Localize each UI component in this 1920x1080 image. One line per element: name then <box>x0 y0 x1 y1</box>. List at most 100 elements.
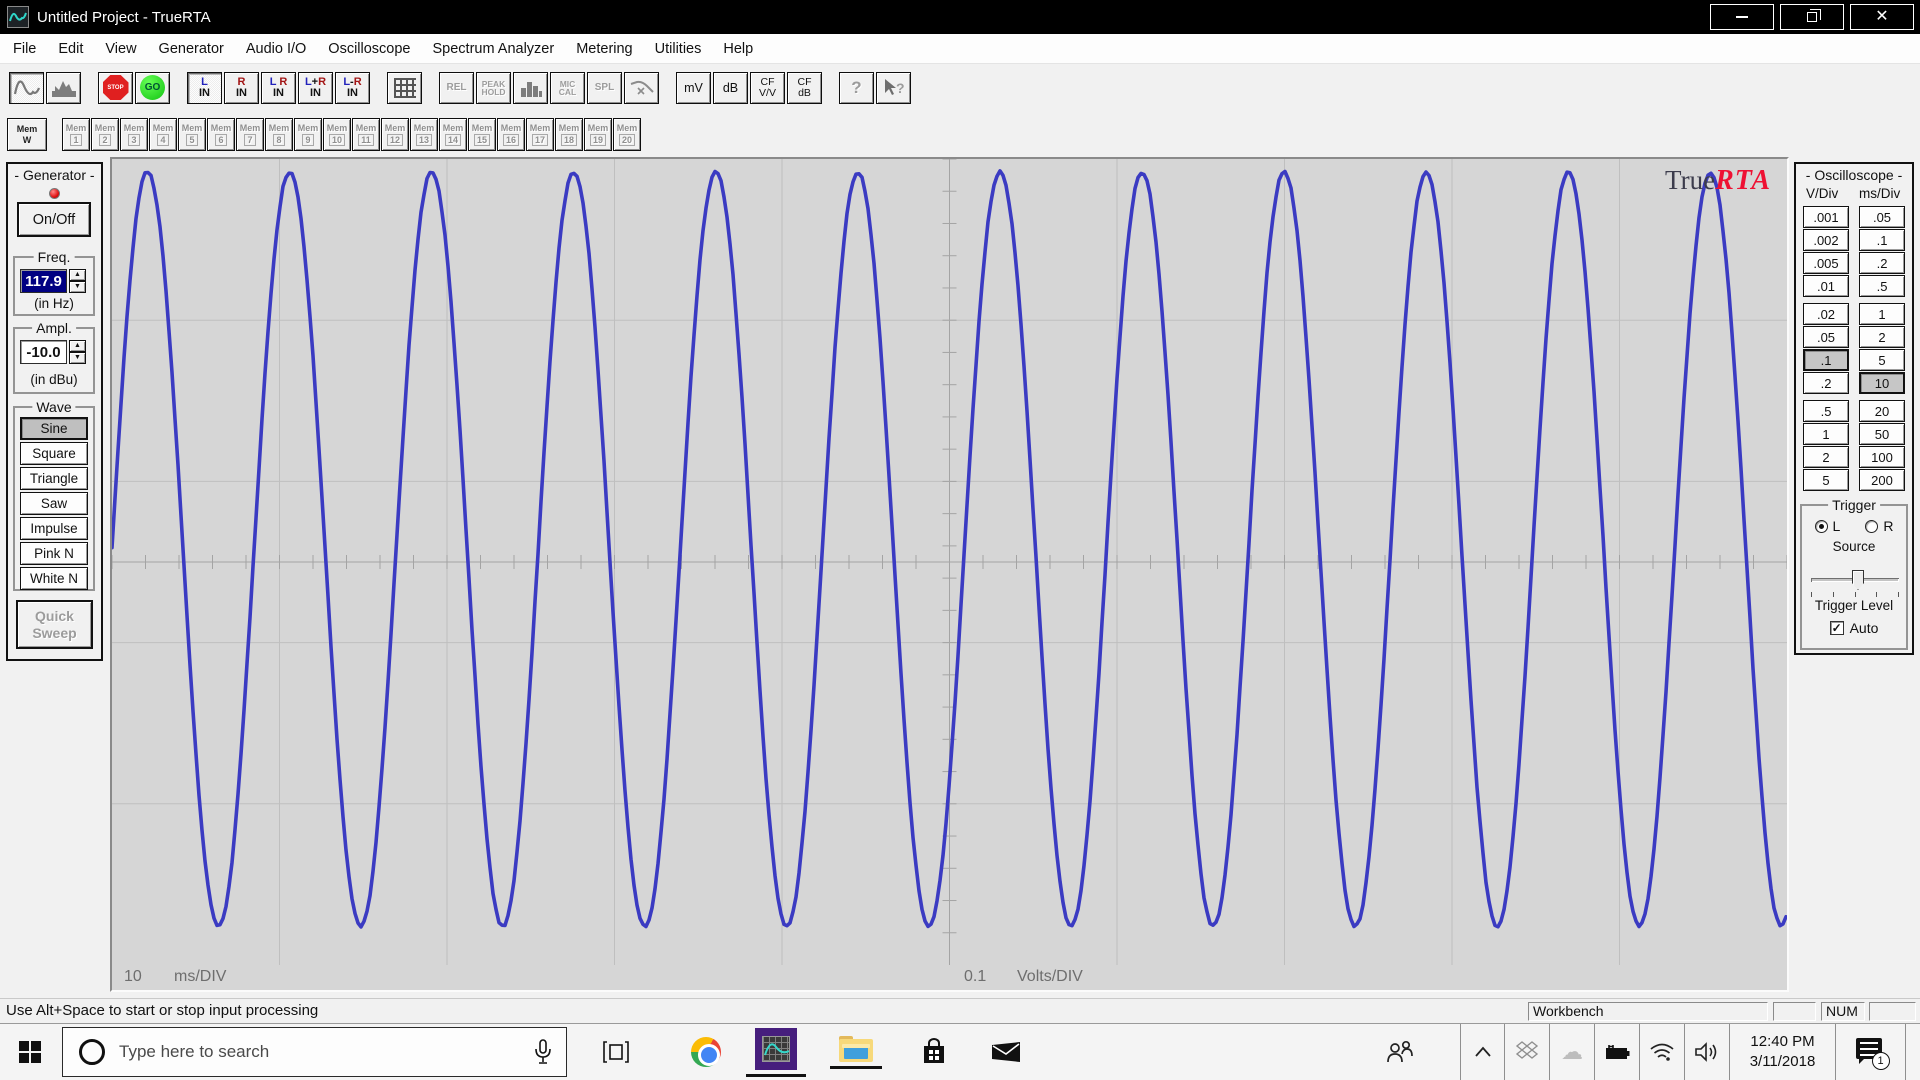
wave-pink-n-button[interactable]: Pink N <box>20 542 88 565</box>
msdiv-20-button[interactable]: 20 <box>1859 400 1905 422</box>
mem-3-button[interactable]: Mem3 <box>120 118 148 151</box>
taskbar-explorer-button[interactable] <box>828 1024 884 1080</box>
amplitude-input[interactable]: -10.0 <box>20 340 67 364</box>
frequency-up-button[interactable]: ▲ <box>69 269 86 281</box>
menu-utilities[interactable]: Utilities <box>644 34 713 63</box>
taskbar-clock[interactable]: 12:40 PM 3/11/2018 <box>1729 1024 1835 1080</box>
mem-9-button[interactable]: Mem9 <box>294 118 322 151</box>
msdiv-100-button[interactable]: 100 <box>1859 446 1905 468</box>
toolbar-r-in-button[interactable]: RIN <box>224 72 259 104</box>
mem-19-button[interactable]: Mem19 <box>584 118 612 151</box>
vdiv-.2-button[interactable]: .2 <box>1803 372 1849 394</box>
toolbar-l-r-in-button[interactable]: L-RIN <box>335 72 370 104</box>
mem-12-button[interactable]: Mem12 <box>381 118 409 151</box>
people-button[interactable] <box>1372 1024 1428 1080</box>
trigger-source-left[interactable]: L <box>1815 518 1841 534</box>
mem-14-button[interactable]: Mem14 <box>439 118 467 151</box>
menu-audio-i-o[interactable]: Audio I/O <box>235 34 317 63</box>
stop-button[interactable]: STOP <box>98 72 133 104</box>
oscilloscope-view-button[interactable] <box>9 72 44 104</box>
spectrum-view-button[interactable] <box>46 72 81 104</box>
msdiv-1-button[interactable]: 1 <box>1859 303 1905 325</box>
msdiv-.05-button[interactable]: .05 <box>1859 206 1905 228</box>
msdiv-50-button[interactable]: 50 <box>1859 423 1905 445</box>
cortana-icon[interactable] <box>79 1039 105 1065</box>
mem-2-button[interactable]: Mem2 <box>91 118 119 151</box>
wave-white-n-button[interactable]: White N <box>20 567 88 590</box>
cf-vv-button[interactable]: CFV/V <box>750 72 785 104</box>
cf-db-button[interactable]: CFdB <box>787 72 822 104</box>
show-desktop-button[interactable] <box>1905 1024 1920 1080</box>
mem-8-button[interactable]: Mem8 <box>265 118 293 151</box>
microphone-icon[interactable] <box>534 1039 552 1065</box>
mem-15-button[interactable]: Mem15 <box>468 118 496 151</box>
bar-meter-button[interactable] <box>513 72 548 104</box>
close-button[interactable]: ✕ <box>1850 4 1914 30</box>
msdiv-.5-button[interactable]: .5 <box>1859 275 1905 297</box>
msdiv-2-button[interactable]: 2 <box>1859 326 1905 348</box>
mem-11-button[interactable]: Mem11 <box>352 118 380 151</box>
taskbar-chrome-button[interactable] <box>680 1024 732 1080</box>
mem-18-button[interactable]: Mem18 <box>555 118 583 151</box>
msdiv-5-button[interactable]: 5 <box>1859 349 1905 371</box>
quick-sweep-button[interactable]: QuickSweep <box>16 600 93 649</box>
vdiv-1-button[interactable]: 1 <box>1803 423 1849 445</box>
db-units-button[interactable]: dB <box>713 72 748 104</box>
action-center-button[interactable]: 1 <box>1835 1024 1905 1080</box>
mem-20-button[interactable]: Mem20 <box>613 118 641 151</box>
msdiv-.2-button[interactable]: .2 <box>1859 252 1905 274</box>
menu-generator[interactable]: Generator <box>148 34 235 63</box>
slider-thumb[interactable] <box>1852 570 1864 590</box>
dropbox-tray-button[interactable] <box>1504 1024 1549 1080</box>
rel-button[interactable]: REL <box>439 72 474 104</box>
go-button[interactable]: GO <box>135 72 170 104</box>
toolbar-lr-in-button[interactable]: L RIN <box>261 72 296 104</box>
vdiv-.005-button[interactable]: .005 <box>1803 252 1849 274</box>
mic-cal-button[interactable]: MICCAL <box>550 72 585 104</box>
taskbar-truerta-button[interactable] <box>748 1024 804 1080</box>
frequency-input[interactable]: 117.9 <box>20 269 67 293</box>
help-button[interactable]: ? <box>839 72 874 104</box>
menu-spectrum-analyzer[interactable]: Spectrum Analyzer <box>422 34 566 63</box>
mv-units-button[interactable]: mV <box>676 72 711 104</box>
vdiv-.5-button[interactable]: .5 <box>1803 400 1849 422</box>
spl-button[interactable]: SPL <box>587 72 622 104</box>
wave-triangle-button[interactable]: Triangle <box>20 467 88 490</box>
graph-grid-button[interactable] <box>387 72 422 104</box>
start-button[interactable] <box>0 1024 60 1080</box>
onedrive-tray-button[interactable]: ☁ <box>1549 1024 1594 1080</box>
vdiv-.01-button[interactable]: .01 <box>1803 275 1849 297</box>
trigger-level-slider[interactable] <box>1811 570 1899 590</box>
mem-w-button[interactable]: Mem W <box>7 118 47 151</box>
search-input[interactable] <box>119 1042 534 1062</box>
mem-7-button[interactable]: Mem7 <box>236 118 264 151</box>
menu-view[interactable]: View <box>94 34 147 63</box>
wave-square-button[interactable]: Square <box>20 442 88 465</box>
restore-button[interactable] <box>1780 4 1844 30</box>
crossover-button[interactable] <box>624 72 659 104</box>
frequency-down-button[interactable]: ▼ <box>69 281 86 293</box>
radio-l-icon[interactable] <box>1815 520 1828 533</box>
mem-17-button[interactable]: Mem17 <box>526 118 554 151</box>
mem-10-button[interactable]: Mem10 <box>323 118 351 151</box>
vdiv-.002-button[interactable]: .002 <box>1803 229 1849 251</box>
wave-saw-button[interactable]: Saw <box>20 492 88 515</box>
vdiv-5-button[interactable]: 5 <box>1803 469 1849 491</box>
vdiv-.1-button[interactable]: .1 <box>1803 349 1849 371</box>
vdiv-.001-button[interactable]: .001 <box>1803 206 1849 228</box>
context-help-button[interactable]: ? <box>876 72 911 104</box>
menu-file[interactable]: File <box>2 34 47 63</box>
trigger-auto-checkbox[interactable]: ✓ Auto <box>1802 620 1906 636</box>
msdiv-.1-button[interactable]: .1 <box>1859 229 1905 251</box>
toolbar-l-in-button[interactable]: LIN <box>187 72 222 104</box>
tray-overflow-button[interactable] <box>1460 1024 1504 1080</box>
mem-16-button[interactable]: Mem16 <box>497 118 525 151</box>
amplitude-down-button[interactable]: ▼ <box>69 352 86 364</box>
msdiv-200-button[interactable]: 200 <box>1859 469 1905 491</box>
wave-impulse-button[interactable]: Impulse <box>20 517 88 540</box>
vdiv-.02-button[interactable]: .02 <box>1803 303 1849 325</box>
trigger-source-right[interactable]: R <box>1865 518 1893 534</box>
amplitude-up-button[interactable]: ▲ <box>69 340 86 352</box>
menu-metering[interactable]: Metering <box>565 34 643 63</box>
wave-sine-button[interactable]: Sine <box>20 417 88 440</box>
